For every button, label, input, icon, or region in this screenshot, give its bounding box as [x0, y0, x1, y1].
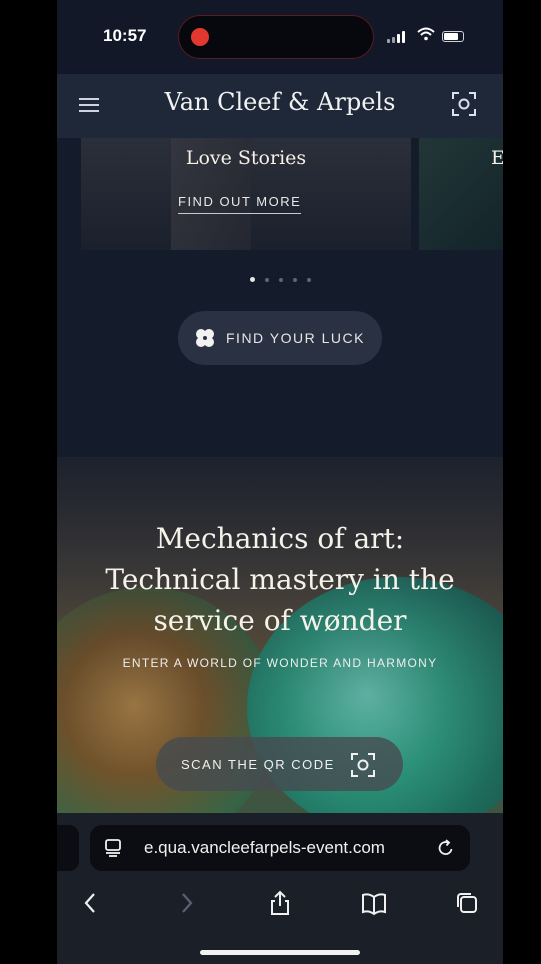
- brand-logo[interactable]: Van Cleef & Arpels: [57, 88, 503, 116]
- share-icon[interactable]: [266, 889, 294, 917]
- url-text[interactable]: e.qua.vancleefarpels-event.com: [144, 838, 385, 858]
- browser-toolbar: [57, 875, 503, 964]
- scan-qr-code-label: SCAN THE QR CODE: [181, 757, 335, 772]
- qr-scan-icon: [349, 751, 377, 779]
- carousel-slide-next[interactable]: E: [419, 138, 503, 250]
- wifi-icon: [417, 27, 435, 46]
- status-time: 10:57: [103, 26, 147, 45]
- hero-subtitle: ENTER A WORLD OF WONDER AND HARMONY: [122, 656, 438, 670]
- home-indicator[interactable]: [200, 950, 360, 955]
- forward-icon[interactable]: [172, 889, 200, 917]
- status-icons: [387, 27, 477, 47]
- carousel-dot[interactable]: [249, 277, 255, 282]
- slide-title-partial: E: [491, 147, 503, 169]
- carousel-dot[interactable]: [306, 278, 311, 282]
- carousel-dot[interactable]: [292, 278, 297, 282]
- reload-icon[interactable]: [436, 838, 456, 858]
- phone-screen: 10:57 Van Cleef & Arpels Love Stories FI…: [57, 0, 503, 964]
- slide-title: Love Stories: [185, 147, 307, 169]
- clover-icon: [194, 327, 216, 349]
- bookmarks-icon[interactable]: [360, 889, 388, 917]
- hero-title: Mechanics of art: Technical mastery in t…: [105, 522, 455, 637]
- find-your-luck-button[interactable]: FIND YOUR LUCK: [178, 311, 382, 365]
- dynamic-island: [178, 15, 374, 59]
- carousel-dot[interactable]: [278, 278, 283, 282]
- find-out-more-link[interactable]: FIND OUT MORE: [178, 194, 302, 214]
- recording-dot-icon: [191, 28, 209, 46]
- find-your-luck-label: FIND YOUR LUCK: [226, 330, 365, 346]
- tabs-icon[interactable]: [453, 889, 481, 917]
- scan-qr-code-button[interactable]: SCAN THE QR CODE: [156, 737, 403, 791]
- stories-carousel[interactable]: Love Stories FIND OUT MORE E: [57, 138, 503, 250]
- status-bar: 10:57: [57, 0, 503, 74]
- back-icon[interactable]: [77, 889, 105, 917]
- page-menu-icon[interactable]: [104, 838, 124, 858]
- carousel-slide-love-stories[interactable]: Love Stories FIND OUT MORE: [81, 138, 411, 250]
- carousel-dot[interactable]: [264, 278, 269, 282]
- carousel-dots: [57, 269, 503, 287]
- site-header: Van Cleef & Arpels: [57, 74, 503, 138]
- browser-address-area: e.qua.vancleefarpels-event.com: [57, 813, 503, 875]
- address-bar[interactable]: e.qua.vancleefarpels-event.com: [90, 825, 470, 871]
- previous-tab-preview[interactable]: [57, 825, 79, 871]
- hero-banner: Mechanics of art: Technical mastery in t…: [57, 457, 503, 813]
- scan-viewfinder-icon[interactable]: [450, 90, 478, 118]
- battery-icon: [442, 31, 464, 42]
